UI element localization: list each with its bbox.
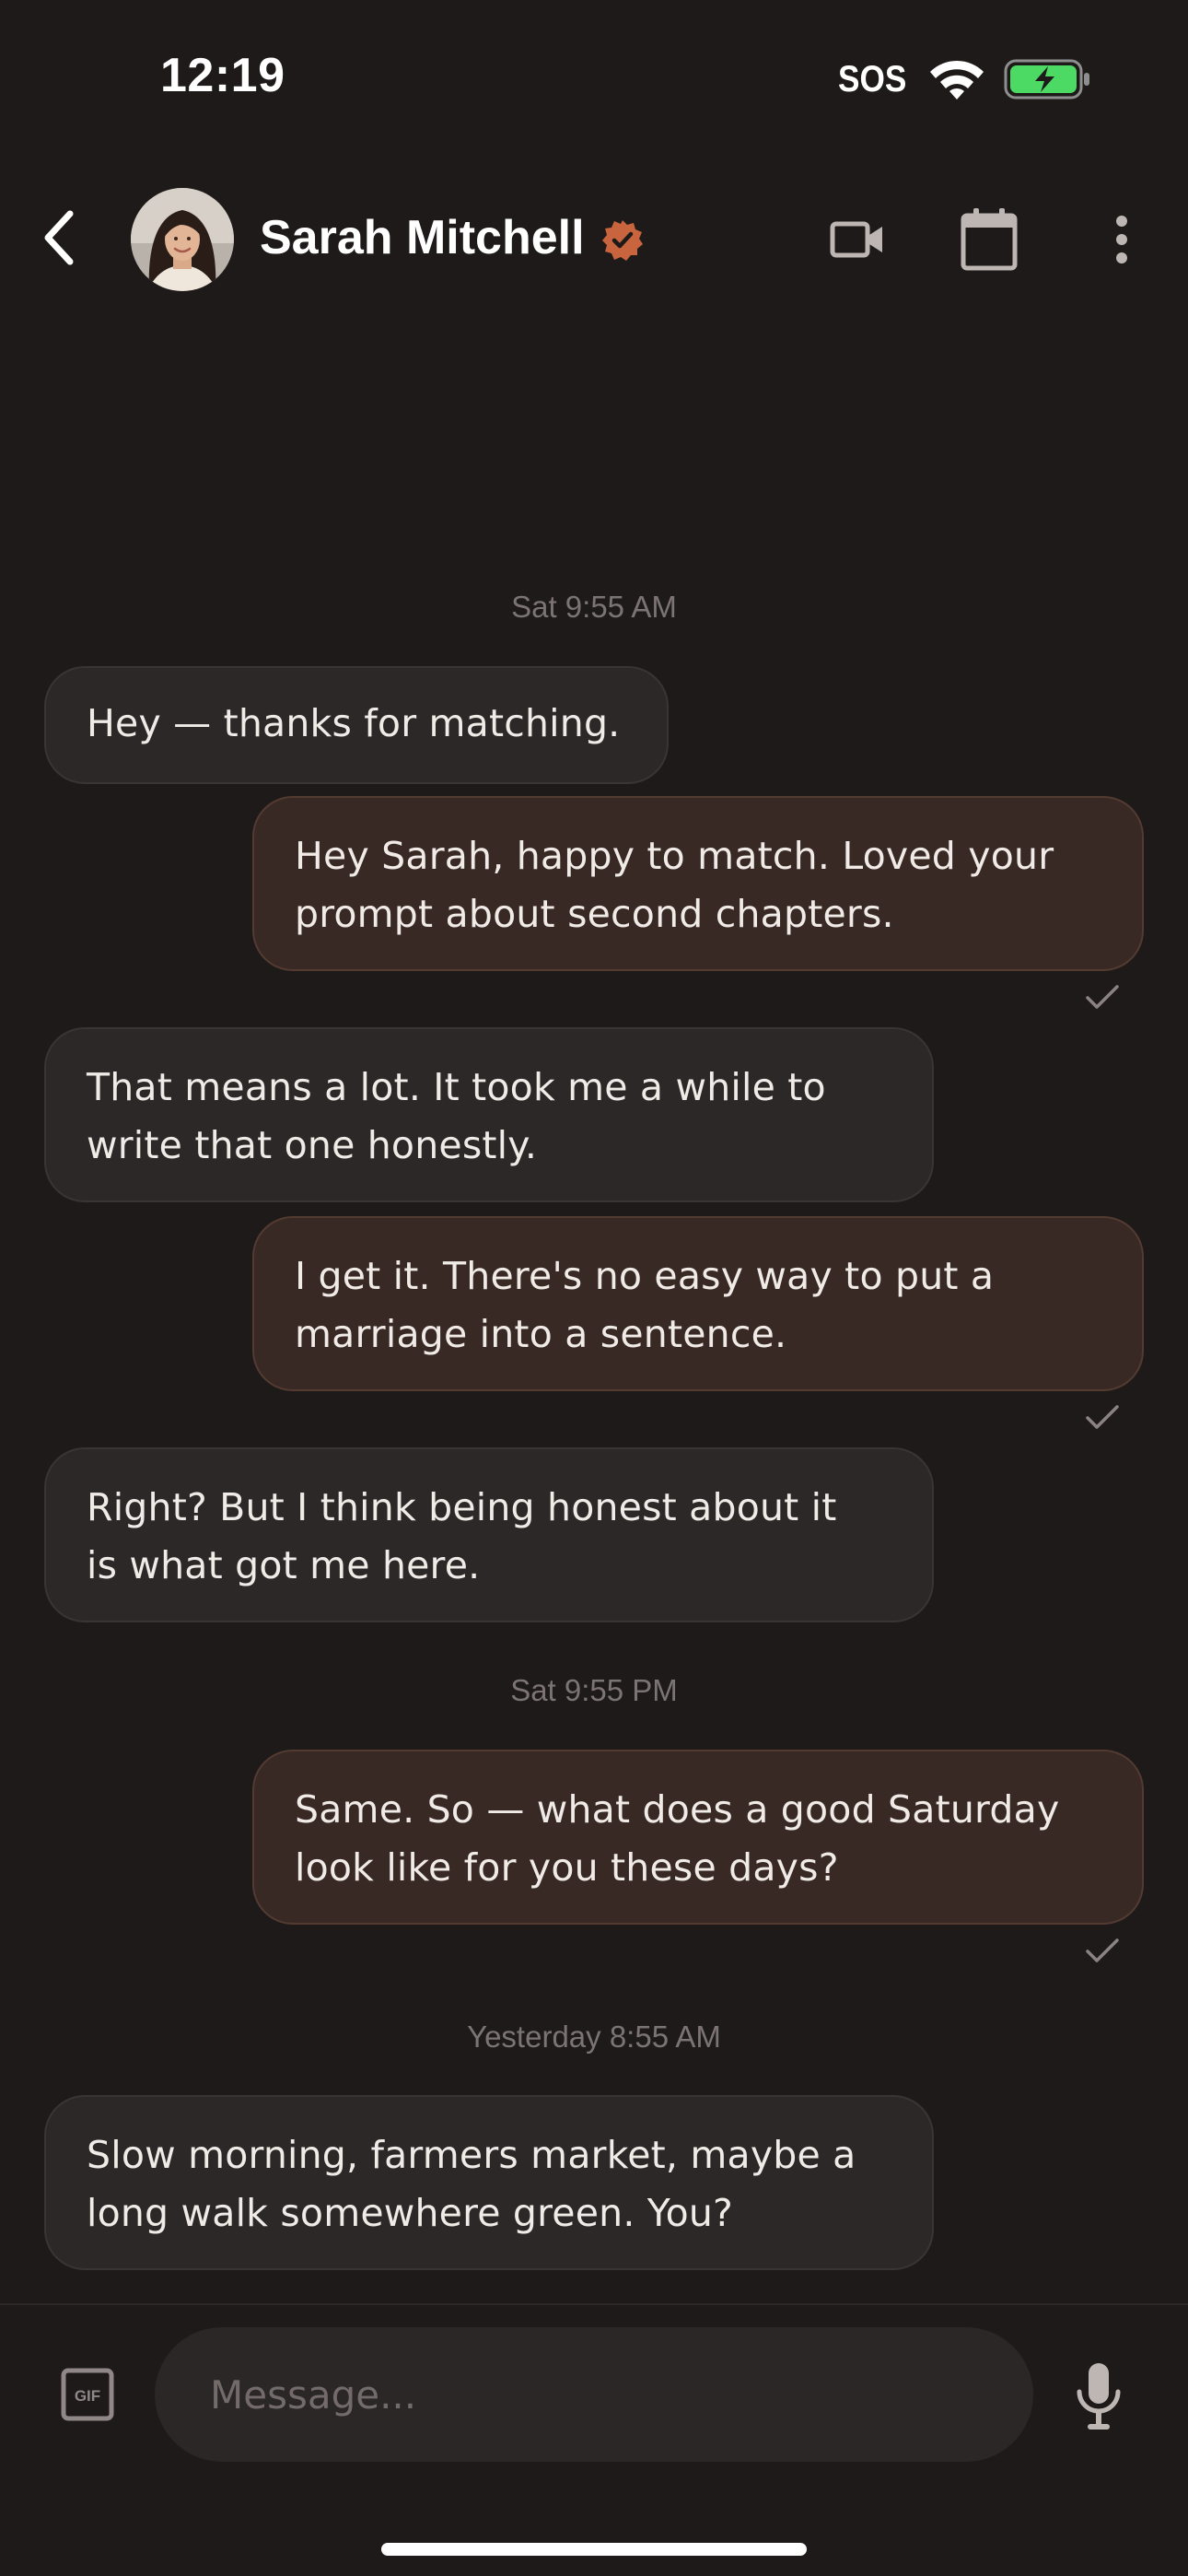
- message-text: look like for you these days?: [295, 1845, 839, 1890]
- message-text: write that one honestly.: [87, 1123, 538, 1167]
- battery-charging-icon: [1004, 59, 1089, 100]
- gif-icon[interactable]: GIF: [61, 2368, 114, 2421]
- message-text: I get it. There's no easy way to put a: [295, 1254, 995, 1298]
- message-timestamp: Yesterday 8:55 AM: [467, 2020, 721, 2054]
- message-text: Hey Sarah, happy to match. Loved your: [295, 834, 1054, 878]
- video-call-button[interactable]: [822, 205, 892, 275]
- message-text: marriage into a sentence.: [295, 1312, 787, 1356]
- svg-text:GIF: GIF: [75, 2387, 100, 2405]
- contact-name[interactable]: Sarah Mitchell: [260, 210, 585, 265]
- sent-message[interactable]: I get it. There's no easy way to put a m…: [252, 1216, 1144, 1391]
- microphone-icon[interactable]: [1072, 2360, 1125, 2432]
- sent-check-icon: [1086, 1405, 1119, 1429]
- chevron-left-icon: [44, 210, 74, 265]
- message-text: Slow morning, farmers market, maybe a: [87, 2133, 856, 2177]
- calendar-icon: [961, 208, 1018, 271]
- message-text: prompt about second chapters.: [295, 892, 894, 936]
- message-text: Hey — thanks for matching.: [87, 701, 621, 745]
- avatar-image: [131, 188, 234, 291]
- sent-message[interactable]: Hey Sarah, happy to match. Loved your pr…: [252, 796, 1144, 971]
- message-text: is what got me here.: [87, 1543, 481, 1587]
- message-text: Right? But I think being honest about it: [87, 1485, 837, 1529]
- message-text: long walk somewhere green. You?: [87, 2191, 734, 2235]
- message-text: Same. So — what does a good Saturday: [295, 1787, 1060, 1832]
- message-timestamp: Sat 9:55 AM: [511, 590, 677, 624]
- received-message[interactable]: Right? But I think being honest about it…: [44, 1447, 934, 1622]
- sent-check-icon: [1086, 985, 1119, 1009]
- composer-divider: [0, 2303, 1188, 2305]
- message-input[interactable]: [155, 2327, 1033, 2462]
- status-time: 12:19: [160, 49, 285, 102]
- verified-badge-icon: [602, 220, 643, 261]
- received-message[interactable]: Hey — thanks for matching.: [44, 666, 669, 784]
- message-timestamp: Sat 9:55 PM: [510, 1673, 678, 1707]
- sent-check-icon: [1086, 1938, 1119, 1962]
- received-message[interactable]: Slow morning, farmers market, maybe a lo…: [44, 2095, 934, 2270]
- back-button[interactable]: [26, 205, 92, 271]
- received-message[interactable]: That means a lot. It took me a while to …: [44, 1027, 934, 1202]
- wifi-icon: [930, 60, 984, 100]
- video-call-icon: [830, 221, 882, 258]
- calendar-button[interactable]: [954, 205, 1024, 275]
- more-options-button[interactable]: [1087, 205, 1157, 275]
- sent-message[interactable]: Same. So — what does a good Saturday loo…: [252, 1750, 1144, 1925]
- contact-avatar[interactable]: [131, 188, 234, 291]
- home-indicator[interactable]: [381, 2543, 807, 2556]
- message-text: That means a lot. It took me a while to: [87, 1065, 826, 1109]
- more-vertical-icon: [1116, 216, 1127, 263]
- carrier-status: SOS: [838, 59, 907, 100]
